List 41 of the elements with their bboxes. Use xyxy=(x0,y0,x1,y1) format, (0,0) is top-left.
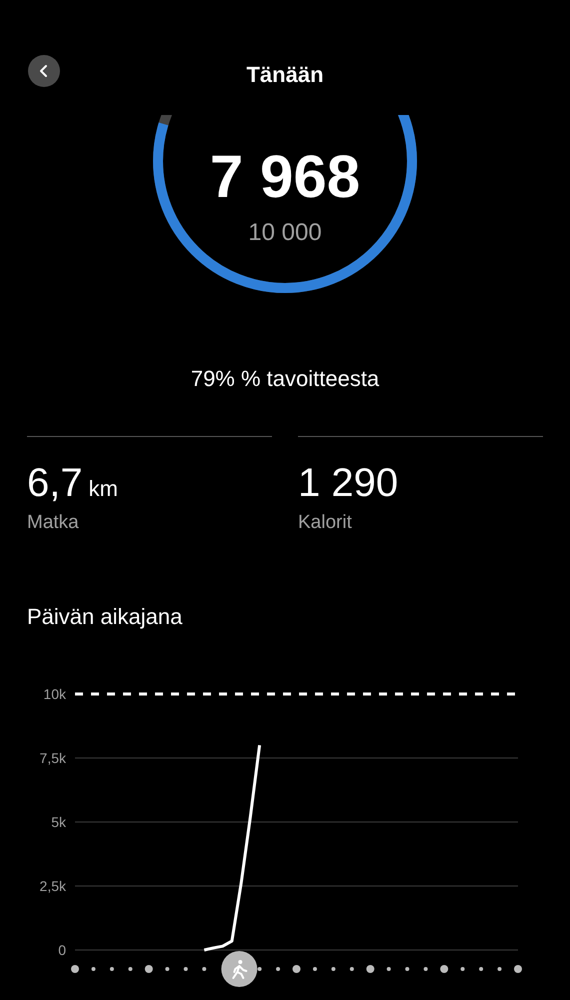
y-axis-label: 7,5k xyxy=(40,750,66,766)
stat-value: 1 290 xyxy=(298,460,398,507)
stat-label: Matka xyxy=(27,511,80,535)
stat-value: 6,7 xyxy=(27,460,83,507)
hour-dot xyxy=(276,966,280,970)
hour-dot xyxy=(331,966,336,970)
hour-dot xyxy=(424,966,428,970)
y-axis-label: 10k xyxy=(43,686,66,702)
hour-dot xyxy=(386,966,391,970)
hour-dot xyxy=(440,964,448,972)
section-title: Päivän aikajana xyxy=(26,602,184,631)
hour-dot xyxy=(514,964,522,972)
page-title: Tänään xyxy=(246,61,324,89)
stat-unit: km xyxy=(88,475,118,503)
y-axis-label: 2,5k xyxy=(40,878,66,894)
hour-dot xyxy=(292,964,300,972)
hour-dot xyxy=(350,966,354,970)
step-count: 7 968 xyxy=(210,142,360,212)
stat-label: Kalorit xyxy=(298,511,353,535)
hour-dot xyxy=(71,964,79,972)
goal-percentage: 79% % tavoitteesta xyxy=(190,365,380,393)
hour-dot xyxy=(128,966,132,970)
hour-dot xyxy=(498,966,502,970)
back-icon xyxy=(38,64,50,78)
hour-dot xyxy=(202,966,206,970)
y-axis-label: 0 xyxy=(58,942,66,958)
walking-icon[interactable] xyxy=(221,950,258,986)
back-button[interactable] xyxy=(28,55,60,87)
hour-dot xyxy=(91,966,96,970)
step-goal: 10 000 xyxy=(248,218,322,248)
hour-dot xyxy=(258,966,262,970)
hour-dot xyxy=(366,964,374,972)
hour-dot xyxy=(184,966,188,970)
hour-dot xyxy=(110,966,114,970)
hour-dot xyxy=(312,966,317,970)
hour-dot xyxy=(405,966,410,970)
hour-dot xyxy=(165,966,170,970)
hour-dot xyxy=(460,966,465,970)
hour-dot xyxy=(479,966,484,970)
y-axis-label: 5k xyxy=(51,814,66,830)
hour-dot xyxy=(144,964,153,972)
